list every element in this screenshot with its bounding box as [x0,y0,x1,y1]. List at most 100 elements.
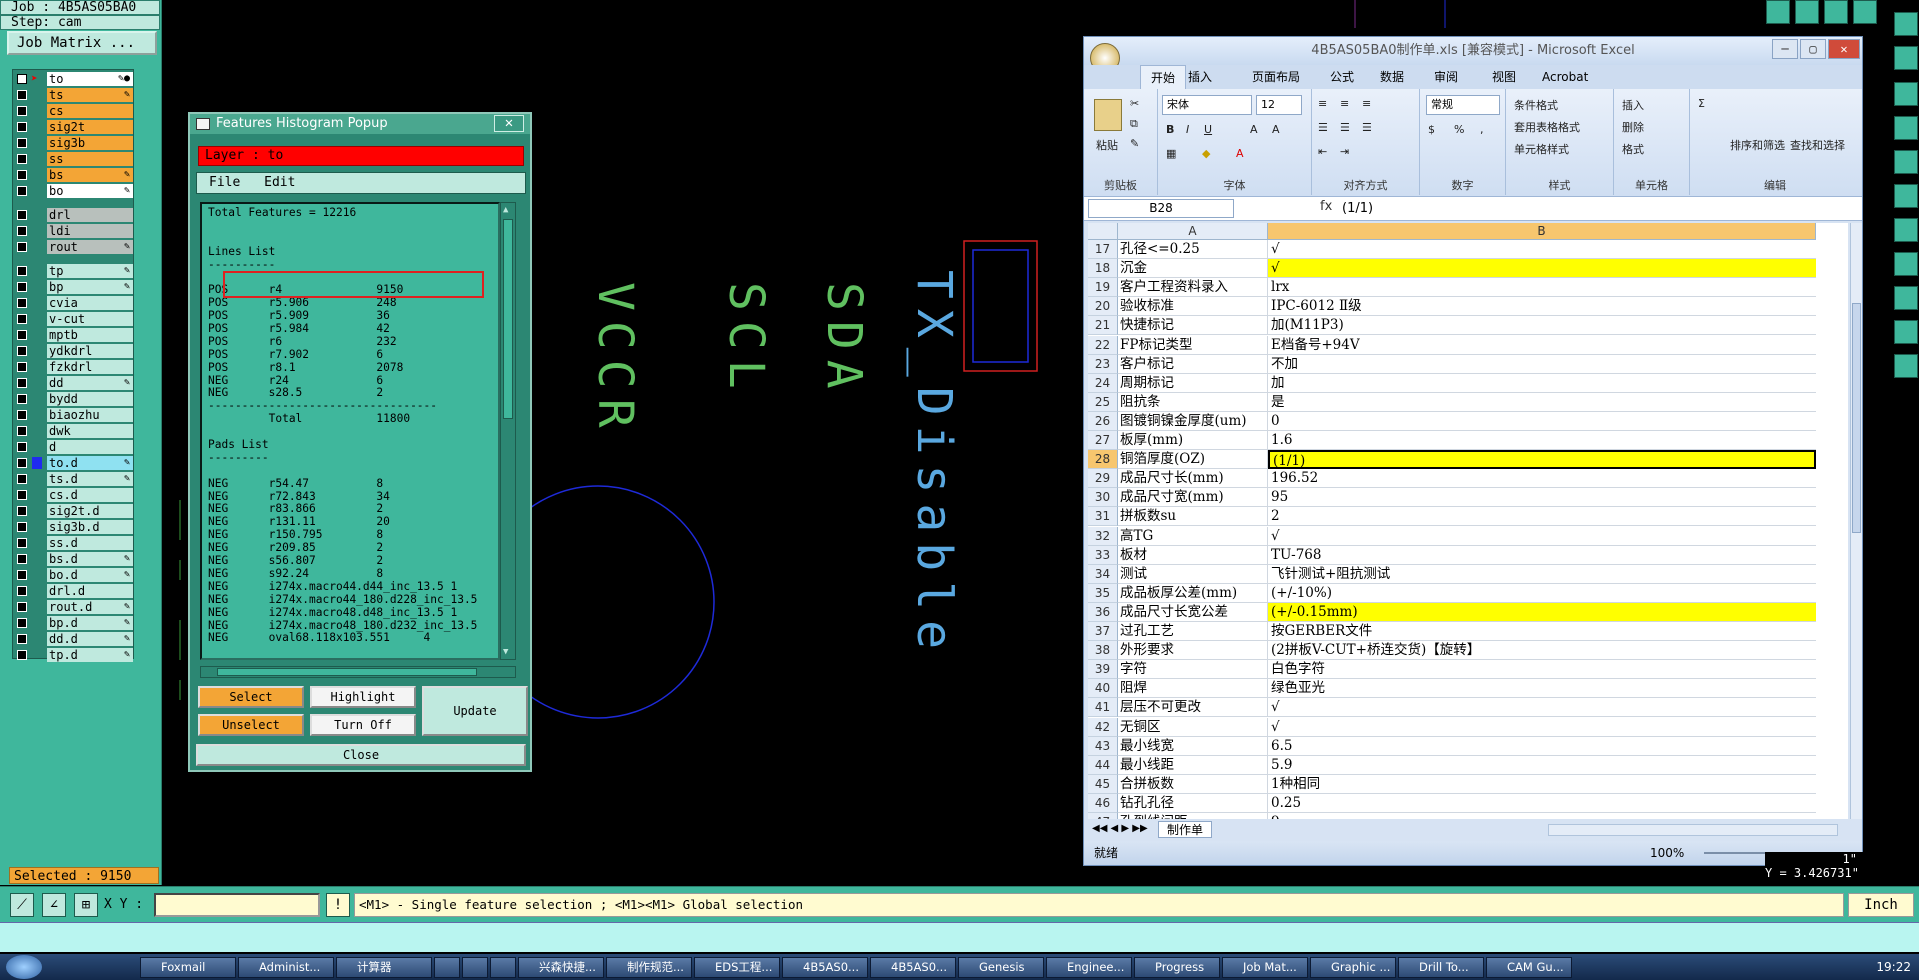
row-number[interactable]: 47 [1088,813,1118,819]
cell-a[interactable]: 沉金 [1118,259,1268,279]
row-number[interactable]: 25 [1088,392,1118,412]
row-number[interactable]: 21 [1088,316,1118,336]
align-middle-icon[interactable]: ≡ [1340,97,1349,110]
list-line[interactable]: Total Features = 12216 [208,206,492,220]
border-icon[interactable]: ▦ [1166,147,1176,160]
list-line[interactable]: Lines List [208,245,492,259]
scrollbar-thumb[interactable] [503,219,513,419]
tool-icon[interactable] [1894,150,1918,174]
unselect-button[interactable]: Unselect [198,714,304,736]
indent-icon[interactable]: ⇤ [1318,145,1327,158]
sheet-tab[interactable]: 制作单 [1158,821,1213,838]
row-number[interactable]: 35 [1088,583,1118,603]
cell-a[interactable]: 孔到线间距 [1118,813,1268,819]
cell-a[interactable]: 快捷标记 [1118,316,1268,336]
align-top-icon[interactable]: ≡ [1318,97,1327,110]
horizontal-scrollbar[interactable] [200,666,516,678]
vertical-scrollbar[interactable] [1850,223,1862,819]
xy-input[interactable] [154,893,320,917]
row-number[interactable]: 44 [1088,755,1118,775]
number-format-select[interactable]: 常规 [1426,95,1500,115]
list-line[interactable]: Total 11800 [208,412,492,426]
row-number[interactable]: 41 [1088,698,1118,718]
unit-selector[interactable]: Inch [1848,893,1914,917]
taskbar-item[interactable]: Graphic ... [1310,957,1396,978]
close-icon[interactable]: ✕ [1828,39,1860,59]
tool-icon[interactable] [1894,286,1918,310]
tool-icon[interactable] [1894,184,1918,208]
cell-b[interactable]: √ [1268,718,1816,737]
cell-a[interactable]: 合拼板数 [1118,774,1268,794]
open-icon[interactable] [1795,0,1819,24]
taskbar-item[interactable]: 计算器 [336,957,432,978]
highlight-button[interactable]: Highlight [310,686,416,708]
cell-a[interactable]: 验收标准 [1118,297,1268,317]
home-icon[interactable] [1824,0,1848,24]
italic-icon[interactable]: I [1186,123,1189,136]
menu-file[interactable]: File [209,175,240,190]
cell-a[interactable]: 阻焊 [1118,679,1268,699]
taskbar-item[interactable] [434,957,460,978]
cell-a[interactable]: 过孔工艺 [1118,622,1268,642]
minimize-icon[interactable]: ─ [1772,39,1798,59]
snap-grid-icon[interactable]: ⊞ [74,893,98,917]
horizontal-scrollbar[interactable] [1548,824,1838,836]
font-name-select[interactable]: 宋体 [1162,95,1252,115]
tool-icon[interactable] [1894,116,1918,140]
sheet-nav-icon[interactable]: ◀◀ ◀ ▶ ▶▶ [1092,823,1148,834]
row-number[interactable]: 20 [1088,297,1118,317]
cell-b[interactable]: 不加 [1268,355,1816,374]
shrink-font-icon[interactable]: A [1272,123,1280,136]
ribbon-tab[interactable]: 开始 [1140,65,1187,90]
cell-b[interactable]: 0.25 [1268,794,1816,813]
cell-b[interactable]: √ [1268,698,1816,718]
row-number[interactable]: 40 [1088,679,1118,699]
cell-a[interactable]: 成品尺寸宽(mm) [1118,488,1268,508]
column-header-a[interactable]: A [1118,223,1268,240]
list-line[interactable]: NEG i274x.macro44.d44_inc_13.5 1 [208,580,492,594]
comma-icon[interactable]: , [1480,123,1484,136]
cell-b[interactable]: 196.52 [1268,469,1816,489]
scroll-down-icon[interactable]: ▼ [503,647,513,657]
turn-off-button[interactable]: Turn Off [310,714,416,736]
cell-a[interactable]: 铜箔厚度(OZ) [1118,450,1268,470]
taskbar-item[interactable]: 4B5AS0... [870,957,956,978]
corner-header[interactable] [1088,223,1118,240]
cell-a[interactable]: 拼板数su [1118,507,1268,527]
scrollbar-thumb[interactable] [1852,303,1861,533]
cell-b[interactable]: 按GERBER文件 [1268,622,1816,642]
format-painter-icon[interactable]: ✎ [1130,137,1139,150]
cell-b[interactable]: 加 [1268,374,1816,393]
column-header-b[interactable]: B [1268,223,1816,240]
conditional-format-button[interactable]: 条件格式 [1514,97,1558,113]
ribbon-tab[interactable]: 页面布局 [1252,65,1300,89]
formula-input[interactable]: (1/1) [1342,199,1373,218]
row-number[interactable]: 24 [1088,373,1118,393]
grow-font-icon[interactable]: A [1250,123,1258,136]
row-number[interactable]: 26 [1088,411,1118,431]
list-line[interactable]: POS r5.984 42 [208,322,492,336]
cell-a[interactable]: 孔径<=0.25 [1118,240,1268,260]
taskbar-item[interactable]: Job Mat... [1222,957,1308,978]
cell-b[interactable]: 1.6 [1268,431,1816,451]
list-line[interactable]: Pads List [208,438,492,452]
row-number[interactable]: 29 [1088,469,1118,489]
fill-color-icon[interactable]: ◆ [1202,147,1210,160]
row-number[interactable]: 32 [1088,526,1118,546]
vertical-scrollbar[interactable]: ▲ ▼ [500,202,516,660]
info-icon[interactable]: ! [326,893,350,917]
maximize-icon[interactable]: ▢ [1800,39,1826,59]
list-line[interactable]: POS r8.1 2078 [208,361,492,375]
cell-b[interactable]: (+/-0.15mm) [1268,602,1816,622]
list-line[interactable]: POS r7.902 6 [208,348,492,362]
cell-a[interactable]: 字符 [1118,660,1268,680]
row-number[interactable]: 22 [1088,335,1118,355]
row-number[interactable]: 18 [1088,259,1118,279]
taskbar-item[interactable]: Drill To... [1398,957,1484,978]
align-right-icon[interactable]: ☰ [1362,121,1372,134]
ribbon-tab[interactable]: 数据 [1380,65,1404,89]
cell-a[interactable]: 钻孔孔径 [1118,793,1268,813]
font-size-select[interactable]: 12 [1256,95,1302,115]
cell-b[interactable]: E档备号+94V [1268,336,1816,355]
cell-a[interactable]: 板材 [1118,545,1268,565]
